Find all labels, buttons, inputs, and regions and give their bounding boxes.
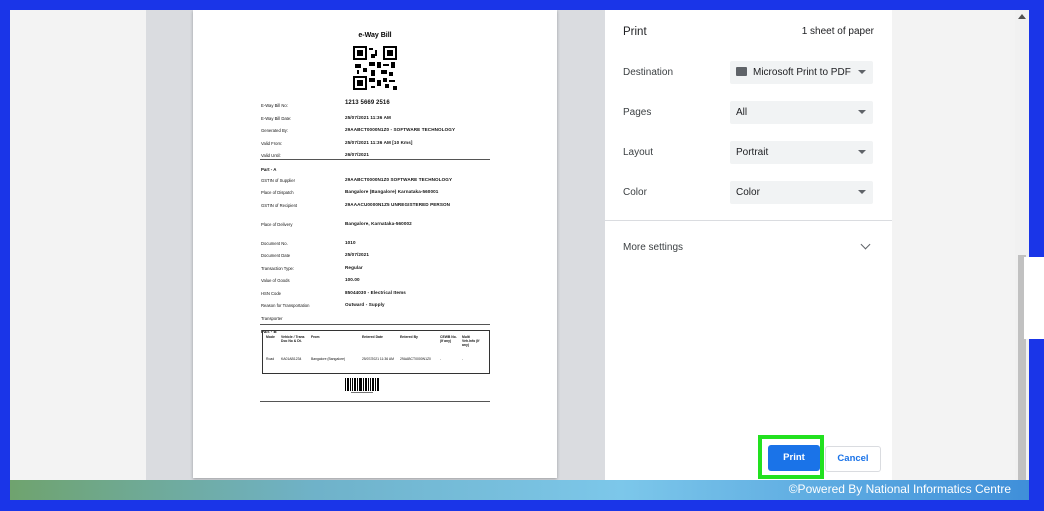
footer-credit: ©Powered By National Informatics Centre xyxy=(788,482,1011,496)
part-a-heading: Part - A xyxy=(261,166,277,172)
divider xyxy=(260,401,490,402)
print-dialog-title: Print xyxy=(623,26,647,38)
field-row: Place of Delivery Bangalore, Karnataka-56… xyxy=(261,220,412,227)
field-row: Generated By: 29AABCT0000N1Z0 - SOFTWARE … xyxy=(261,127,456,133)
printer-icon xyxy=(736,66,747,76)
divider xyxy=(260,159,490,160)
dropdown-caret-icon xyxy=(858,190,866,194)
field-row: Value of Goods 100.00 xyxy=(261,277,360,283)
dropdown-caret-icon xyxy=(858,70,866,74)
color-label: Color xyxy=(623,187,647,198)
color-select[interactable]: Color xyxy=(730,181,873,204)
chevron-down-icon[interactable] xyxy=(860,239,871,250)
print-preview-area[interactable]: e-Way Bill E-Way Bill No: 1213 5669 2516 … xyxy=(146,10,605,482)
print-settings-panel: Print 1 sheet of paper Destination Micro… xyxy=(605,10,892,482)
field-row: Document Date 25/07/2021 xyxy=(261,252,369,258)
document-title: e-Way Bill xyxy=(358,32,392,39)
screenshot-area: e-Way Bill E-Way Bill No: 1213 5669 2516 … xyxy=(10,10,1029,500)
more-settings-toggle[interactable]: More settings xyxy=(623,242,683,253)
pages-select[interactable]: All xyxy=(730,101,873,124)
bill-details: E-Way Bill No: 1213 5669 2516 E-Way Bill … xyxy=(261,100,491,337)
part-b-table: Mode Vehicle / Trans Doc No & Dt. From E… xyxy=(262,330,490,374)
field-row: Valid From: 25/07/2021 11:36 AM [10 Kms] xyxy=(261,139,413,146)
layout-label: Layout xyxy=(623,147,654,158)
field-row: GSTIN of Recipient 29AAACU0000N1Z5 UNREGI… xyxy=(261,201,451,208)
field-row: Document No. 1010 xyxy=(261,239,356,246)
field-row: E-Way Bill Date: 25/07/2021 11:36 AM xyxy=(261,114,391,121)
qr-code xyxy=(353,46,397,90)
field-row: GSTIN of Supplier 29AABCT0000N1Z0 SOFTWAR… xyxy=(261,176,453,183)
cancel-button[interactable]: Cancel xyxy=(825,446,881,472)
field-row: Valid Until: 26/07/2021 xyxy=(261,152,369,158)
dropdown-caret-icon xyxy=(858,110,866,114)
side-panel-fragment xyxy=(1024,257,1044,339)
settings-divider xyxy=(605,220,892,221)
divider xyxy=(260,324,490,325)
field-row: Transaction Type: Regular xyxy=(261,264,363,271)
layout-select[interactable]: Portrait xyxy=(730,141,873,164)
sheet-count: 1 sheet of paper xyxy=(801,26,874,37)
scroll-up-arrow-icon[interactable] xyxy=(1018,14,1026,19)
preview-page: e-Way Bill E-Way Bill No: 1213 5669 2516 … xyxy=(193,10,557,478)
field-row: HSN Code 85044030 - Electrical Items xyxy=(261,289,406,296)
barcode xyxy=(345,378,379,393)
pages-label: Pages xyxy=(623,107,652,118)
destination-select[interactable]: Microsoft Print to PDF xyxy=(730,61,873,84)
print-button[interactable]: Print xyxy=(768,445,820,471)
field-row: Place of Dispatch Bangalore (Bangalore) K… xyxy=(261,189,439,195)
dropdown-caret-icon xyxy=(858,150,866,154)
field-row: Reason for Transportation Outward - Suppl… xyxy=(261,302,385,308)
field-row: E-Way Bill No: 1213 5669 2516 xyxy=(261,100,390,108)
destination-label: Destination xyxy=(623,67,674,78)
